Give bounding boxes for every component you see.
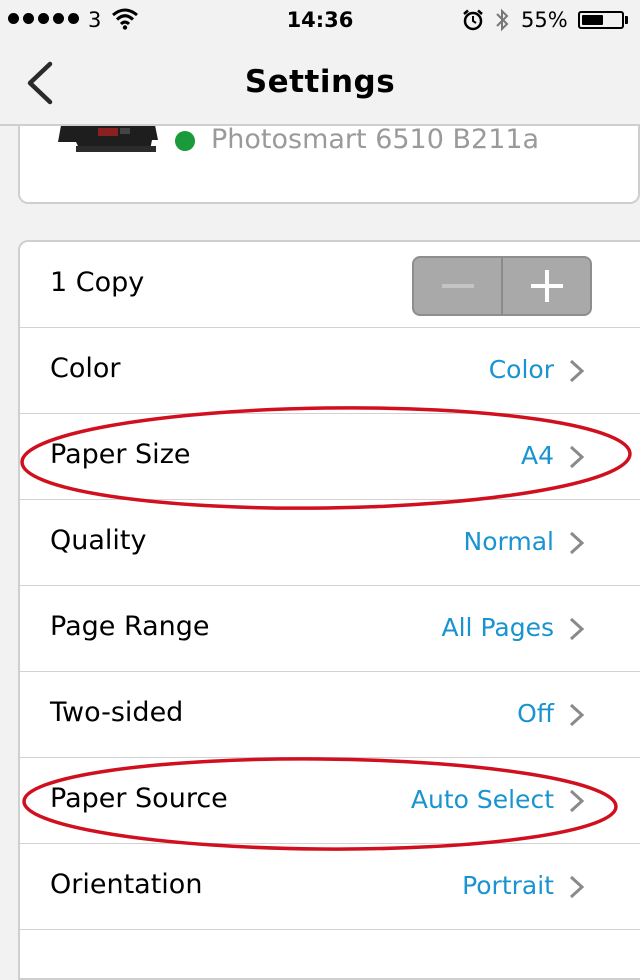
battery-tip <box>625 16 628 24</box>
setting-label: Paper Source <box>50 783 228 814</box>
chevron-right-icon <box>569 531 585 555</box>
setting-label: Paper Size <box>50 439 191 470</box>
setting-value: Portrait <box>462 871 554 900</box>
setting-row-two-sided[interactable]: Two-sided Off <box>20 672 640 758</box>
setting-row-paper-size[interactable]: Paper Size A4 <box>20 414 640 500</box>
printer-status-dot <box>175 131 195 151</box>
setting-label: Quality <box>50 525 147 556</box>
setting-value: Auto Select <box>410 785 554 814</box>
copies-row: 1 Copy <box>20 242 640 328</box>
printer-card[interactable]: Photosmart 6510 B211a <box>18 126 640 204</box>
print-settings-list: 1 Copy Color Color Paper Size A4 Quality… <box>18 240 640 980</box>
copies-label: 1 Copy <box>50 267 145 298</box>
page-title: Settings <box>244 64 396 100</box>
setting-label: Page Range <box>50 611 210 642</box>
setting-row-quality[interactable]: Quality Normal <box>20 500 640 586</box>
battery-percent: 55% <box>521 8 568 32</box>
printer-name: Photosmart 6510 B211a <box>211 126 540 155</box>
setting-row-partial <box>20 930 640 978</box>
setting-label: Orientation <box>50 869 203 900</box>
navigation-bar: Settings <box>0 40 640 126</box>
minus-icon <box>441 284 474 288</box>
setting-row-color[interactable]: Color Color <box>20 328 640 414</box>
setting-row-paper-source[interactable]: Paper Source Auto Select <box>20 758 640 844</box>
battery-fill <box>582 15 603 25</box>
chevron-right-icon <box>569 703 585 727</box>
chevron-right-icon <box>569 617 585 641</box>
increment-button[interactable] <box>503 258 590 314</box>
chevron-right-icon <box>569 359 585 383</box>
decrement-button[interactable] <box>414 258 501 314</box>
chevron-right-icon <box>569 789 585 813</box>
status-bar: 3 14:36 55% <box>0 0 640 40</box>
setting-label: Two-sided <box>50 697 184 728</box>
setting-value: Color <box>488 355 554 384</box>
battery-icon <box>578 11 624 29</box>
printer-image-icon <box>58 126 158 152</box>
setting-value: All Pages <box>441 613 555 642</box>
setting-value: A4 <box>520 441 554 470</box>
alarm-icon <box>463 9 483 31</box>
setting-row-page-range[interactable]: Page Range All Pages <box>20 586 640 672</box>
copies-stepper[interactable] <box>412 256 592 316</box>
setting-row-orientation[interactable]: Orientation Portrait <box>20 844 640 930</box>
bluetooth-icon <box>496 8 509 32</box>
plus-icon <box>530 270 563 302</box>
chevron-right-icon <box>569 875 585 899</box>
chevron-right-icon <box>569 445 585 469</box>
setting-value: Off <box>517 699 554 728</box>
setting-value: Normal <box>463 527 554 556</box>
setting-label: Color <box>50 353 121 384</box>
